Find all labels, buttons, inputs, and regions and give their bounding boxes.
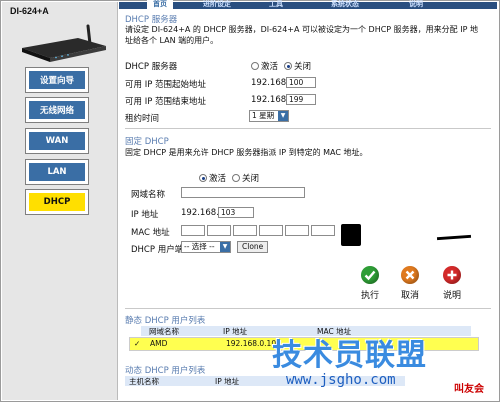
dhcp-enable-option[interactable]: 激活 — [251, 60, 278, 72]
static-disable-option[interactable]: 关闭 — [232, 172, 259, 184]
divider — [125, 128, 491, 129]
mac-address-label: MAC 地址 — [131, 228, 170, 238]
tab-home[interactable]: 首页 — [147, 0, 173, 9]
col-hostname: 主机名称 — [129, 377, 159, 386]
static-dhcp-description: 固定 DHCP 是用来允许 DHCP 服务器指派 IP 到特定的 MAC 地址。 — [125, 148, 368, 157]
col-hostname: 网域名称 — [149, 327, 179, 336]
sidebar-item-wan[interactable]: WAN — [25, 128, 89, 154]
radio-disable-label: 关闭 — [242, 174, 260, 184]
watermark-url: www.jsgho.com — [286, 372, 396, 388]
static-list-title: 静态 DHCP 用户列表 — [125, 316, 206, 326]
hostname-input[interactable] — [181, 187, 305, 198]
radio-disable[interactable] — [284, 62, 292, 70]
static-enable-option[interactable]: 激活 — [199, 172, 226, 184]
sidebar-item-label: 无线网络 — [29, 101, 85, 119]
static-dhcp-title: 固定 DHCP — [125, 137, 169, 147]
dhcp-disable-option[interactable]: 关闭 — [284, 60, 311, 72]
help-button[interactable]: 说明 — [437, 266, 467, 301]
mac-octet-6[interactable] — [311, 225, 335, 236]
radio-enable-label: 激活 — [209, 174, 227, 184]
mac-octet-3[interactable] — [233, 225, 257, 236]
cancel-label: 取消 — [400, 291, 419, 301]
dhcp-server-label: DHCP 服务器 — [125, 62, 178, 72]
sidebar-item-dhcp[interactable]: DHCP — [25, 189, 89, 215]
sidebar-item-wireless[interactable]: 无线网络 — [25, 97, 89, 123]
end-ip-label: 可用 IP 范围结束地址 — [125, 97, 207, 107]
dhcp-client-label: DHCP 用户端 — [131, 245, 184, 255]
sidebar: DI-624+A 设置向导 无线网络 WAN LAN DHCP — [2, 2, 118, 400]
radio-enable[interactable] — [199, 174, 207, 182]
sidebar-item-label: WAN — [29, 132, 85, 150]
watermark: 技术员联盟 www.jsgho.com — [272, 330, 472, 392]
tab-advanced[interactable]: 进阶设定 — [203, 0, 231, 9]
sidebar-item-lan[interactable]: LAN — [25, 159, 89, 185]
radio-disable-label: 关闭 — [294, 62, 312, 72]
mac-octet-4[interactable] — [259, 225, 283, 236]
lease-time-select[interactable]: 1 星期 ▼ — [249, 110, 289, 122]
end-ip-input[interactable]: 199 — [286, 94, 316, 105]
sidebar-item-label: DHCP — [29, 193, 85, 211]
lease-time-label: 租约时间 — [125, 114, 160, 124]
col-ip: IP 地址 — [223, 327, 248, 336]
radio-disable[interactable] — [232, 174, 240, 182]
ip-address-input[interactable]: 103 — [218, 207, 254, 218]
col-ip: IP 地址 — [215, 377, 240, 386]
clone-button[interactable]: Clone — [237, 241, 269, 253]
tab-status[interactable]: 系统状态 — [331, 0, 359, 9]
redaction-mark — [436, 234, 472, 241]
ip-address-label: IP 地址 — [131, 210, 159, 220]
sidebar-item-setup-wizard[interactable]: 设置向导 — [25, 67, 89, 93]
top-nav: 首页 进阶设定 工具 系统状态 说明 — [119, 0, 497, 9]
dynamic-list-title: 动态 DHCP 用户列表 — [125, 366, 206, 376]
x-icon — [401, 266, 419, 284]
radio-enable-label: 激活 — [261, 62, 279, 72]
tab-tools[interactable]: 工具 — [269, 0, 283, 9]
mac-octet-5[interactable] — [285, 225, 309, 236]
mac-octet-2[interactable] — [207, 225, 231, 236]
chevron-down-icon: ▼ — [278, 111, 288, 121]
dhcp-client-select-value: -- 选择 -- — [184, 242, 215, 251]
chevron-down-icon: ▼ — [220, 242, 230, 252]
dhcp-server-description-2: 址给各个 LAN 端的用户。 — [125, 36, 219, 45]
apply-label: 执行 — [360, 291, 379, 301]
router-image — [22, 24, 106, 62]
model-name: DI-624+A — [10, 6, 49, 16]
lease-time-value: 1 星期 — [252, 111, 275, 120]
help-label: 说明 — [442, 291, 461, 301]
start-ip-label: 可用 IP 范围起始地址 — [125, 80, 207, 90]
sidebar-item-label: LAN — [29, 163, 85, 181]
radio-enable[interactable] — [251, 62, 259, 70]
divider — [125, 308, 491, 309]
plus-icon — [443, 266, 461, 284]
mac-octet-1[interactable] — [181, 225, 205, 236]
start-ip-input[interactable]: 100 — [286, 77, 316, 88]
check-icon — [361, 266, 379, 284]
row-hostname: AMD — [150, 339, 168, 348]
dhcp-client-select[interactable]: -- 选择 -- ▼ — [181, 241, 231, 253]
tab-help[interactable]: 说明 — [409, 0, 423, 9]
sidebar-item-label: 设置向导 — [29, 71, 85, 89]
dhcp-server-description-1: 请设定 DI-624+A 的 DHCP 服务器，DI-624+A 可以被设定为一… — [125, 25, 478, 34]
apply-button[interactable]: 执行 — [355, 266, 385, 301]
cancel-button[interactable]: 取消 — [395, 266, 425, 301]
redaction-mark — [341, 224, 361, 246]
hostname-label: 网域名称 — [131, 190, 166, 200]
corner-logo: 叫友会 — [454, 384, 484, 395]
row-checkbox[interactable]: ✓ — [134, 338, 140, 350]
watermark-text: 技术员联盟 — [272, 338, 427, 373]
